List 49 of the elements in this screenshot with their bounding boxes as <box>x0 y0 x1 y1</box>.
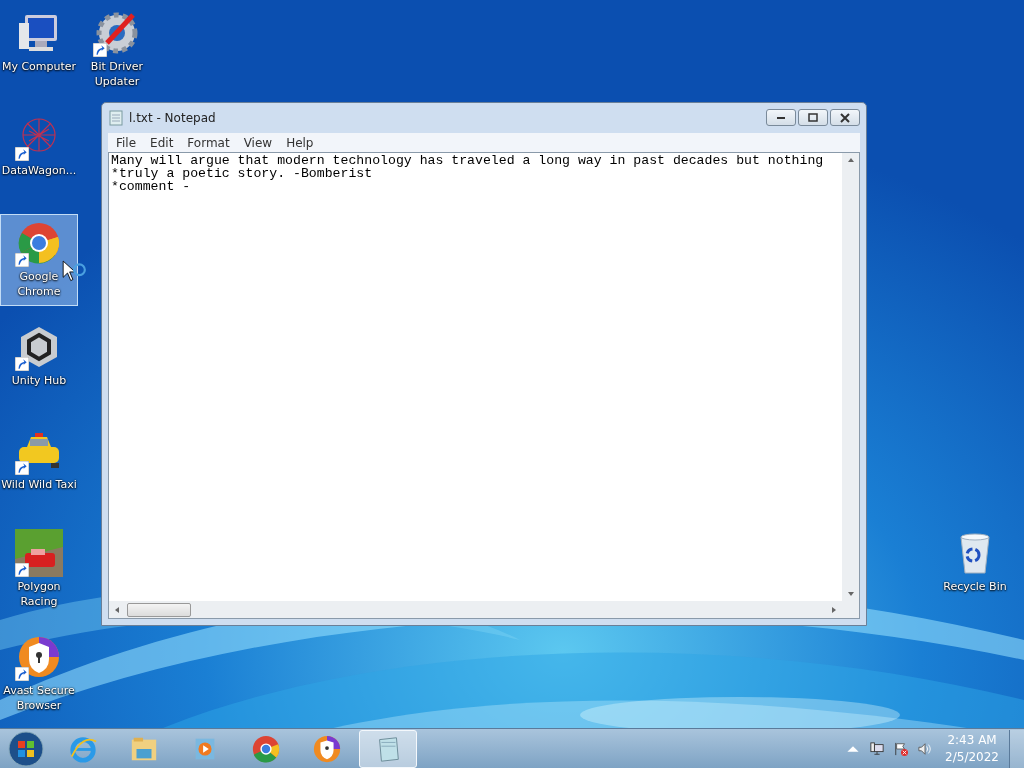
horizontal-scrollbar[interactable] <box>109 601 842 618</box>
scroll-right-icon[interactable] <box>830 605 838 614</box>
icon-label: Polygon Racing <box>16 579 62 609</box>
desktop-icon[interactable]: DataWagon... <box>0 108 78 200</box>
scroll-up-icon[interactable] <box>846 156 855 164</box>
menu-item[interactable]: Edit <box>144 135 180 150</box>
minimize-button[interactable] <box>766 109 796 126</box>
desktop-icon[interactable]: Avast Secure Browser <box>0 628 78 720</box>
maximize-button[interactable] <box>798 109 828 126</box>
minimize-icon <box>777 116 785 119</box>
racing-icon <box>15 529 63 577</box>
desktop-icon[interactable]: Recycle Bin <box>936 524 1014 616</box>
show-desktop-button[interactable] <box>1009 729 1024 768</box>
window-title: l.txt - Notepad <box>129 111 216 125</box>
flag-warning-icon[interactable] <box>894 741 909 756</box>
desktop-icon[interactable]: Bit Driver Updater <box>78 4 156 96</box>
clock-time: 2:43 AM <box>947 731 997 749</box>
text-line: *truly a poetic story. -Bomberist <box>111 167 373 180</box>
clock-date: 2/5/2022 <box>945 748 999 766</box>
menu-item[interactable]: File <box>110 135 143 150</box>
desktop-icon[interactable]: Unity Hub <box>0 318 78 410</box>
menu-item[interactable]: Format <box>181 135 236 150</box>
icon-label: Google Chrome <box>16 269 62 299</box>
scroll-thumb[interactable] <box>127 602 191 617</box>
notepad-icon <box>108 110 124 126</box>
start-button[interactable] <box>8 730 44 767</box>
maximize-icon <box>808 112 818 123</box>
menu-item[interactable]: Help <box>280 135 320 150</box>
icon-label: DataWagon... <box>1 163 77 178</box>
icon-label: Unity Hub <box>11 373 67 388</box>
vertical-scrollbar[interactable] <box>842 153 859 601</box>
avast-icon <box>312 733 342 764</box>
icon-label: My Computer <box>1 59 77 74</box>
text-line: Many will argue that modern technology has traveled a long way in past decades but nothing <box>111 154 825 167</box>
icon-label: Avast Secure Browser <box>2 683 76 713</box>
scroll-down-icon[interactable] <box>846 590 855 598</box>
desktop-icon[interactable]: Polygon Racing <box>0 524 78 616</box>
close-button[interactable] <box>830 109 860 126</box>
scroll-left-icon[interactable] <box>113 605 121 614</box>
desktop-icon[interactable]: My Computer <box>0 4 78 96</box>
menu-item[interactable]: View <box>237 135 279 150</box>
icon-label: Bit Driver Updater <box>89 59 145 89</box>
volume-icon[interactable] <box>918 741 933 756</box>
desktop-icon[interactable]: Wild Wild Taxi <box>0 422 78 514</box>
icon-label: Wild Wild Taxi <box>1 477 77 492</box>
icon-label: Recycle Bin <box>943 579 1007 594</box>
chrome-icon <box>251 733 281 764</box>
close-icon <box>840 112 850 123</box>
text-line: *comment - <box>111 180 191 193</box>
